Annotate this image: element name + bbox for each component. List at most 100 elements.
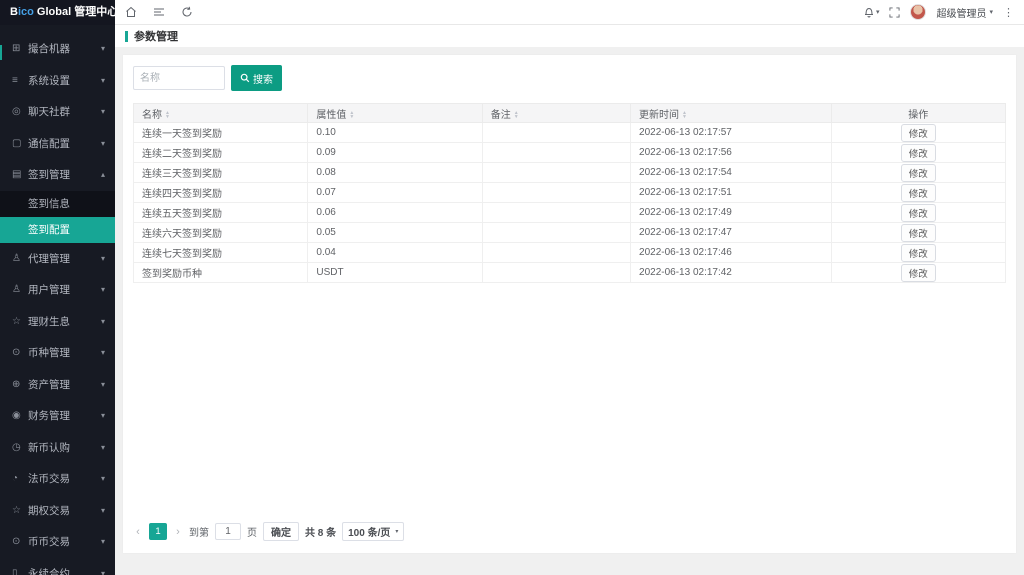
notification-bell-icon[interactable]: ▾ (863, 6, 880, 18)
sort-caret-icon[interactable]: ▲▼ (682, 111, 687, 119)
sidebar-item-agent-management[interactable]: ♙代理管理▾ (0, 243, 115, 275)
chevron-icon: ▾ (101, 107, 105, 116)
cell-action: 修改 (831, 143, 1005, 163)
sidebar-item-label: 永续合约 (28, 566, 101, 575)
next-page-button[interactable]: › (173, 526, 183, 538)
sidebar-item-perpetual-contract[interactable]: ▯永续合约▾ (0, 558, 115, 575)
page-title-bar: 参数管理 (115, 25, 1024, 47)
cell-updated: 2022-06-13 02:17:51 (631, 183, 832, 203)
page-number-button[interactable]: 1 (149, 523, 167, 540)
edit-button[interactable]: 修改 (901, 184, 936, 202)
brand-logo: Bico Global 管理中心 (0, 0, 115, 25)
parameters-table: 名称▲▼属性值▲▼备注▲▼更新时间▲▼操作 连续一天签到奖励0.102022-0… (133, 103, 1006, 283)
cell-remark (482, 203, 630, 223)
prev-page-button[interactable]: ‹ (133, 526, 143, 538)
edit-button[interactable]: 修改 (901, 204, 936, 222)
chevron-icon: ▾ (101, 537, 105, 546)
cell-value: 0.04 (308, 243, 482, 263)
sidebar-item-asset-management[interactable]: ⊕资产管理▾ (0, 369, 115, 401)
sidebar-item-system-settings[interactable]: ≡系统设置▾ (0, 65, 115, 97)
search-button[interactable]: 搜索 (231, 65, 282, 91)
edit-button[interactable]: 修改 (901, 144, 936, 162)
cell-action: 修改 (831, 183, 1005, 203)
sidebar-item-matching-engine[interactable]: ⊞撮合机器▾ (0, 33, 115, 65)
edit-button[interactable]: 修改 (901, 164, 936, 182)
sidebar-item-wealth-interest[interactable]: ☆理财生息▾ (0, 306, 115, 338)
column-header[interactable]: 备注▲▼ (482, 104, 630, 123)
column-header[interactable]: 名称▲▼ (134, 104, 308, 123)
star-icon: ☆ (12, 316, 28, 327)
sidebar-item-finance-management[interactable]: ◉财务管理▾ (0, 400, 115, 432)
cell-name: 连续三天签到奖励 (134, 163, 308, 183)
goto-confirm-button[interactable]: 确定 (263, 522, 299, 541)
refresh-icon[interactable] (181, 6, 193, 18)
column-header: 操作 (831, 104, 1005, 123)
menu-list-icon[interactable] (153, 6, 165, 18)
chevron-icon: ▾ (101, 506, 105, 515)
page-size-select[interactable]: 100 条/页▾ (342, 522, 404, 541)
sidebar-item-label: 系统设置 (28, 73, 101, 88)
sort-caret-icon[interactable]: ▲▼ (165, 111, 170, 119)
content-card: 搜索 名称▲▼属性值▲▼备注▲▼更新时间▲▼操作 连续一天签到奖励0.10202… (123, 55, 1016, 553)
edit-button[interactable]: 修改 (901, 244, 936, 262)
sidebar-item-label: 用户管理 (28, 282, 101, 297)
chevron-icon: ▾ (101, 569, 105, 575)
more-options-icon[interactable]: ⋮ (1003, 6, 1014, 19)
cell-remark (482, 263, 630, 283)
sidebar-item-label: 币币交易 (28, 534, 101, 549)
column-header[interactable]: 属性值▲▼ (308, 104, 482, 123)
cell-action: 修改 (831, 263, 1005, 283)
goto-page-input[interactable] (215, 523, 241, 540)
target-icon: ⊙ (12, 536, 28, 547)
page-size-label: 100 条/页 (348, 524, 390, 539)
agent-person-icon: ♙ (12, 253, 28, 264)
cell-value: 0.08 (308, 163, 482, 183)
search-icon (240, 73, 250, 83)
sidebar-item-checkin-management[interactable]: ▤签到管理▴ (0, 159, 115, 191)
cell-action: 修改 (831, 243, 1005, 263)
cell-action: 修改 (831, 123, 1005, 143)
chevron-icon: ▾ (101, 348, 105, 357)
sidebar-subitem-checkin-info[interactable]: 签到信息 (0, 191, 115, 217)
sidebar-item-fiat-trading[interactable]: ◔法币交易▾ (0, 463, 115, 495)
sidebar-item-chat-community[interactable]: ◎聊天社群▾ (0, 96, 115, 128)
sidebar-scroll-indicator (0, 45, 2, 60)
chevron-icon: ▾ (101, 411, 105, 420)
cell-value: 0.05 (308, 223, 482, 243)
main-area: ▾ 超级管理员▾ ⋮ 参数管理 搜索 (115, 0, 1024, 575)
column-header-label: 备注 (491, 110, 511, 121)
chevron-icon: ▾ (101, 139, 105, 148)
sidebar-item-user-management[interactable]: ♙用户管理▾ (0, 274, 115, 306)
sidebar-item-spot-trading[interactable]: ⊙币币交易▾ (0, 526, 115, 558)
table-header-row: 名称▲▼属性值▲▼备注▲▼更新时间▲▼操作 (134, 104, 1006, 123)
cell-updated: 2022-06-13 02:17:42 (631, 263, 832, 283)
home-icon[interactable] (125, 6, 137, 18)
edit-button[interactable]: 修改 (901, 224, 936, 242)
sidebar-item-new-coin-subscription[interactable]: ◷新币认购▾ (0, 432, 115, 464)
edit-button[interactable]: 修改 (901, 264, 936, 282)
sidebar-item-label: 币种管理 (28, 345, 101, 360)
sort-caret-icon[interactable]: ▲▼ (514, 111, 519, 119)
fullscreen-icon[interactable] (889, 7, 900, 18)
search-input[interactable] (133, 66, 225, 90)
machine-grid-icon: ⊞ (12, 43, 28, 54)
cell-name: 连续七天签到奖励 (134, 243, 308, 263)
calendar-check-icon: ▤ (12, 169, 28, 180)
user-avatar[interactable] (910, 4, 926, 20)
search-row: 搜索 (133, 65, 1006, 91)
user-menu[interactable]: 超级管理员▾ (936, 5, 993, 20)
sidebar-subitem-checkin-config[interactable]: 签到配置 (0, 217, 115, 243)
search-button-label: 搜索 (253, 71, 273, 86)
table-row: 连续六天签到奖励0.052022-06-13 02:17:47修改 (134, 223, 1006, 243)
sidebar-item-currency-management[interactable]: ⊙币种管理▾ (0, 337, 115, 369)
sidebar-item-options-trading[interactable]: ☆期权交易▾ (0, 495, 115, 527)
cell-name: 签到奖励币种 (134, 263, 308, 283)
sort-caret-icon[interactable]: ▲▼ (349, 111, 354, 119)
column-header[interactable]: 更新时间▲▼ (631, 104, 832, 123)
column-header-label: 属性值 (316, 110, 346, 121)
sidebar-item-communication-config[interactable]: ▢通信配置▾ (0, 128, 115, 160)
chevron-icon: ▾ (101, 44, 105, 53)
edit-button[interactable]: 修改 (901, 124, 936, 142)
cell-name: 连续四天签到奖励 (134, 183, 308, 203)
sidebar-item-label: 新币认购 (28, 440, 101, 455)
